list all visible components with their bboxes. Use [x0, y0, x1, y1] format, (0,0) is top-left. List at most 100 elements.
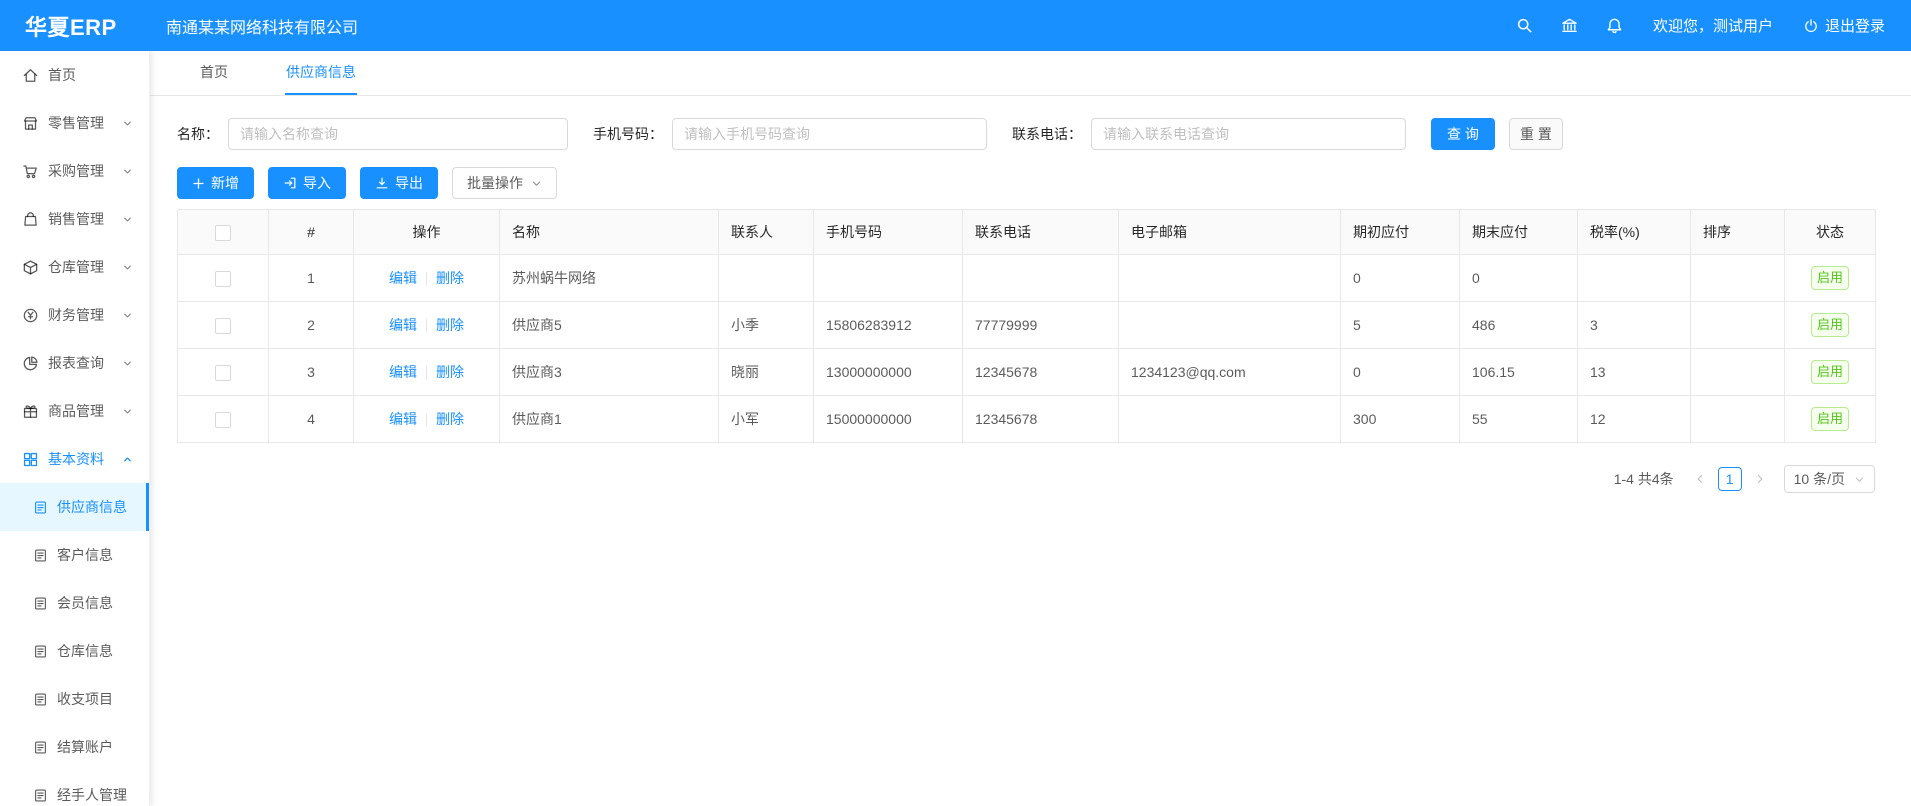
column-header-contact: 联系人 — [719, 210, 814, 255]
goods-icon — [22, 403, 39, 420]
sidebar-subitem-label: 结算账户 — [57, 737, 113, 757]
cell-opening-payable: 300 — [1341, 396, 1460, 443]
tel-filter-input[interactable] — [1091, 118, 1406, 150]
sidebar-subitem-customer-info[interactable]: 客户信息 — [0, 531, 149, 579]
delete-link[interactable]: 删除 — [436, 270, 464, 286]
sidebar-subitem-supplier-info[interactable]: 供应商信息 — [0, 483, 149, 531]
plus-icon — [192, 177, 205, 190]
mobile-filter-group: 手机号码： — [593, 118, 987, 150]
logout-button[interactable]: 退出登录 — [1803, 15, 1885, 36]
finance-icon — [22, 307, 39, 324]
doc-icon — [33, 692, 48, 707]
cell-closing-payable: 106.15 — [1460, 349, 1578, 396]
welcome-text: 欢迎您，测试用户 — [1653, 15, 1773, 36]
reset-button[interactable]: 重 置 — [1509, 118, 1563, 150]
column-header-mobile: 手机号码 — [814, 210, 963, 255]
cell-contact — [719, 255, 814, 302]
cell-sort — [1691, 349, 1785, 396]
sidebar-subitem-member-info[interactable]: 会员信息 — [0, 579, 149, 627]
edit-link[interactable]: 编辑 — [389, 317, 417, 333]
row-checkbox[interactable] — [215, 365, 231, 381]
basic-data-submenu: 供应商信息 客户信息 会员信息 仓库信息 收支项目 — [0, 483, 149, 806]
bell-icon[interactable] — [1606, 17, 1623, 34]
page-size-select[interactable]: 10 条/页 — [1784, 465, 1875, 493]
chevron-down-icon — [121, 405, 134, 418]
sidebar-item-label: 仓库管理 — [48, 257, 104, 277]
cell-tax-rate: 3 — [1578, 302, 1691, 349]
import-button[interactable]: 导入 — [268, 167, 346, 199]
column-header-actions: 操作 — [354, 210, 500, 255]
sidebar-subitem-warehouse-info[interactable]: 仓库信息 — [0, 627, 149, 675]
page-size-value: 10 条/页 — [1794, 469, 1845, 489]
sidebar-item-purchase[interactable]: 采购管理 — [0, 147, 149, 195]
select-all-cell — [178, 210, 269, 255]
doc-icon — [33, 644, 48, 659]
column-header-name: 名称 — [500, 210, 719, 255]
company-name: 南通某某网络科技有限公司 — [166, 14, 358, 38]
cell-tel — [963, 255, 1119, 302]
row-checkbox[interactable] — [215, 271, 231, 287]
add-button[interactable]: 新增 — [177, 167, 254, 199]
sidebar-item-label: 采购管理 — [48, 161, 104, 181]
column-header-closing-payable: 期末应付 — [1460, 210, 1578, 255]
cell-closing-payable: 0 — [1460, 255, 1578, 302]
cell-name: 供应商1 — [500, 396, 719, 443]
edit-link[interactable]: 编辑 — [389, 364, 417, 380]
cell-tel: 77779999 — [963, 302, 1119, 349]
batch-actions-label: 批量操作 — [467, 173, 523, 193]
status-badge: 启用 — [1811, 313, 1849, 337]
sidebar-subitem-income-expense-items[interactable]: 收支项目 — [0, 675, 149, 723]
name-filter-input[interactable] — [228, 118, 568, 150]
cell-contact: 晓丽 — [719, 349, 814, 396]
sidebar-subitem-label: 仓库信息 — [57, 641, 113, 661]
cell-sort — [1691, 255, 1785, 302]
table-row: 1 编辑删除 苏州蜗牛网络 0 0 启用 — [178, 255, 1876, 302]
sidebar-item-sales[interactable]: 销售管理 — [0, 195, 149, 243]
cell-email: 1234123@qq.com — [1119, 349, 1341, 396]
pagination: 1-4 共4条 1 10 条/页 — [177, 465, 1875, 493]
delete-link[interactable]: 删除 — [436, 411, 464, 427]
cell-email — [1119, 302, 1341, 349]
search-icon[interactable] — [1516, 17, 1533, 34]
table-row: 3 编辑删除 供应商3 晓丽 13000000000 12345678 1234… — [178, 349, 1876, 396]
column-header-opening-payable: 期初应付 — [1341, 210, 1460, 255]
bank-icon[interactable] — [1561, 17, 1578, 34]
status-badge: 启用 — [1811, 360, 1849, 384]
sidebar-item-goods[interactable]: 商品管理 — [0, 387, 149, 435]
sidebar-item-home[interactable]: 首页 — [0, 51, 149, 99]
toolbar: 新增 导入 导出 批量操作 — [177, 167, 1911, 199]
edit-link[interactable]: 编辑 — [389, 270, 417, 286]
prev-page-button[interactable] — [1688, 467, 1712, 491]
column-header-tel: 联系电话 — [963, 210, 1119, 255]
cell-name: 苏州蜗牛网络 — [500, 255, 719, 302]
delete-link[interactable]: 删除 — [436, 364, 464, 380]
select-all-checkbox[interactable] — [215, 225, 231, 241]
doc-icon — [33, 788, 48, 803]
search-button[interactable]: 查 询 — [1431, 118, 1495, 150]
next-page-button[interactable] — [1748, 467, 1772, 491]
table-header-row: # 操作 名称 联系人 手机号码 联系电话 电子邮箱 期初应付 期末应付 税率(… — [178, 210, 1876, 255]
mobile-filter-input[interactable] — [672, 118, 987, 150]
add-button-label: 新增 — [211, 173, 239, 193]
sidebar-item-reports[interactable]: 报表查询 — [0, 339, 149, 387]
sidebar-item-basic-data[interactable]: 基本资料 — [0, 435, 149, 483]
page-number-button[interactable]: 1 — [1718, 467, 1742, 491]
sidebar-item-warehouse[interactable]: 仓库管理 — [0, 243, 149, 291]
tab-home[interactable]: 首页 — [199, 51, 229, 95]
sidebar-item-label: 首页 — [48, 65, 76, 85]
sidebar-subitem-handler-management[interactable]: 经手人管理 — [0, 771, 149, 806]
sidebar-subitem-settlement-accounts[interactable]: 结算账户 — [0, 723, 149, 771]
cell-mobile: 15000000000 — [814, 396, 963, 443]
export-button[interactable]: 导出 — [360, 167, 438, 199]
main-content: 首页 供应商信息 名称： 手机号码： 联系电话： 查 询 重 置 — [150, 51, 1911, 806]
row-checkbox[interactable] — [215, 412, 231, 428]
sidebar-item-finance[interactable]: 财务管理 — [0, 291, 149, 339]
row-checkbox[interactable] — [215, 318, 231, 334]
delete-link[interactable]: 删除 — [436, 317, 464, 333]
cell-mobile: 13000000000 — [814, 349, 963, 396]
batch-actions-button[interactable]: 批量操作 — [452, 167, 557, 199]
edit-link[interactable]: 编辑 — [389, 411, 417, 427]
tab-supplier-info[interactable]: 供应商信息 — [285, 51, 357, 95]
sidebar-item-retail[interactable]: 零售管理 — [0, 99, 149, 147]
chevron-down-icon — [121, 117, 134, 130]
